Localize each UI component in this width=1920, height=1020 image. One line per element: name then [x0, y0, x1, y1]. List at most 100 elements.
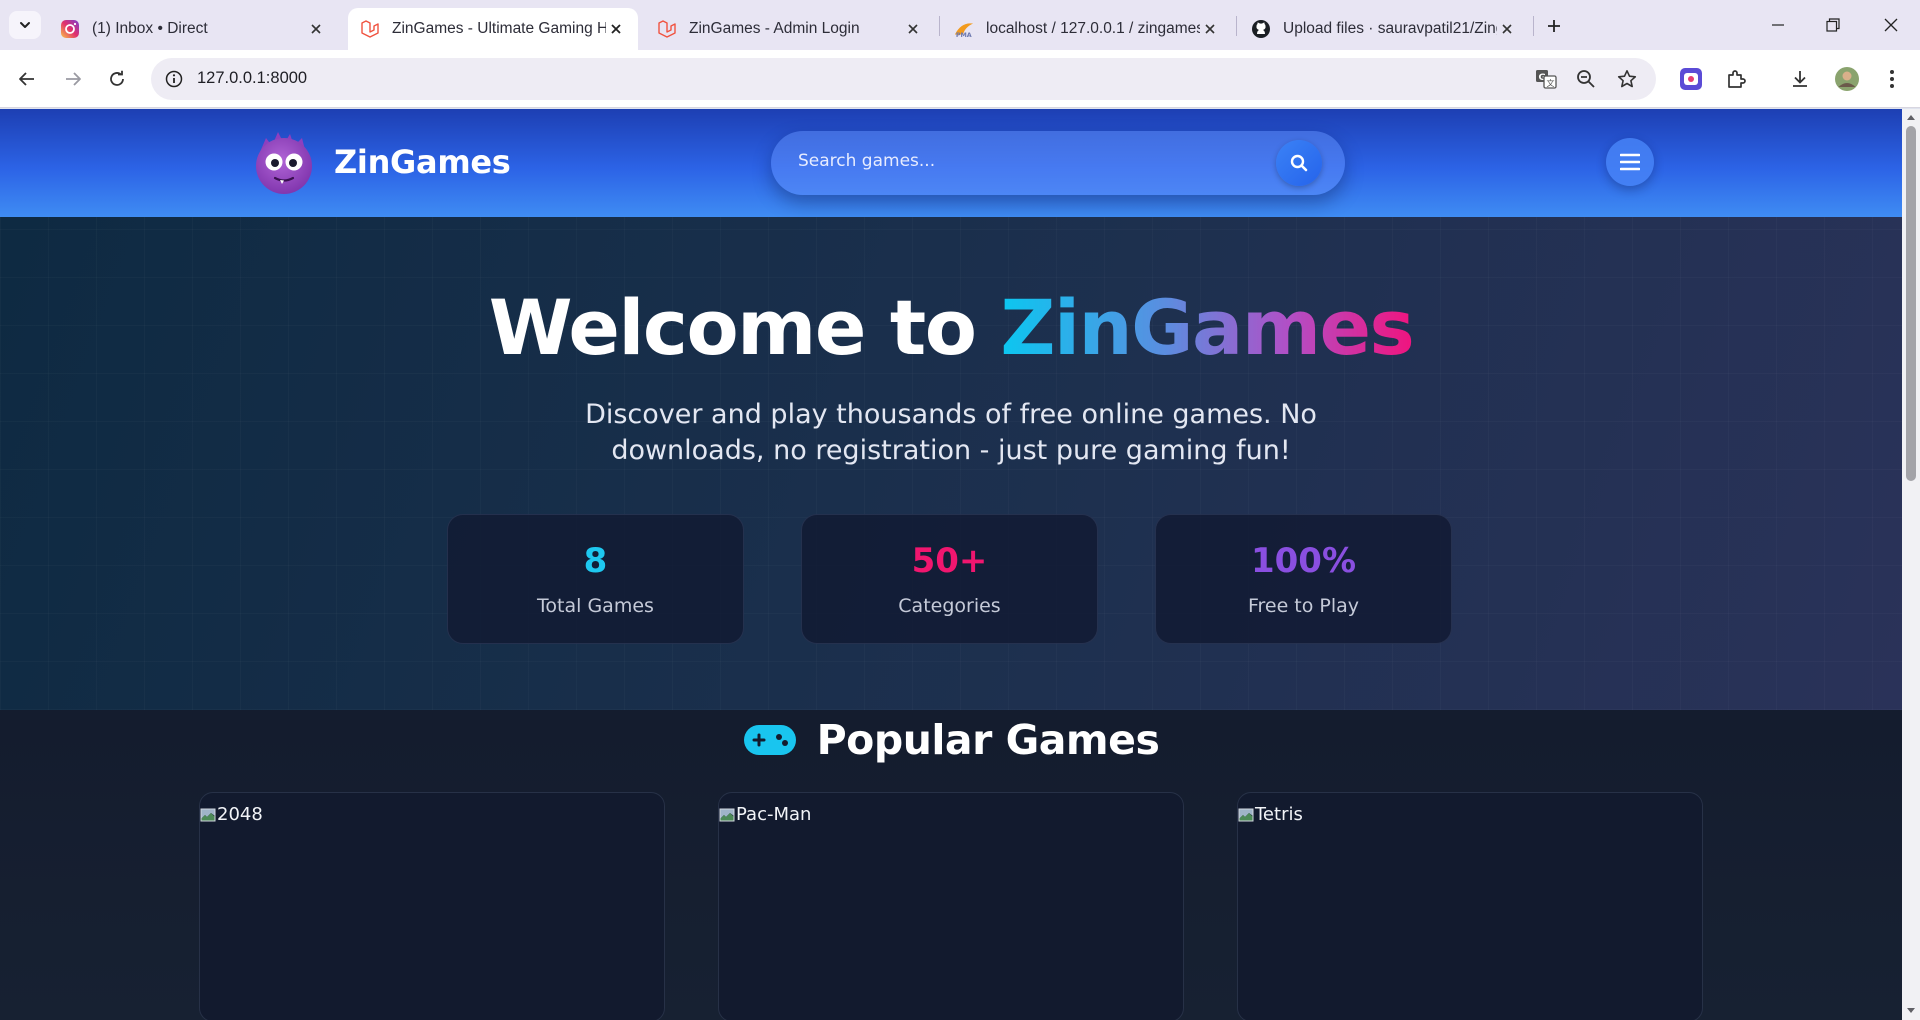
- game-thumbnail-alt: 2048: [217, 804, 263, 825]
- minimize-button[interactable]: [1758, 10, 1798, 40]
- mascot-logo-icon: [256, 132, 312, 194]
- section-heading: Popular Games: [0, 710, 1902, 770]
- hero-title-brand: ZinGames: [1000, 283, 1414, 372]
- game-thumbnail: 2048: [200, 804, 263, 825]
- laravel-icon: [360, 19, 380, 39]
- chevron-down-icon: [20, 22, 30, 28]
- close-icon: [1884, 18, 1898, 32]
- hamburger-menu-button[interactable]: [1606, 138, 1654, 186]
- hero-title-lead: Welcome to: [488, 283, 1001, 372]
- tab-search-button[interactable]: [9, 11, 41, 39]
- stat-card-categories: 50+ Categories: [801, 514, 1098, 644]
- popular-games-section: Popular Games 2048 Pac-Man Tetris: [0, 710, 1902, 1020]
- downloads-button[interactable]: [1784, 63, 1816, 95]
- broken-image-icon: [1238, 808, 1254, 821]
- close-icon[interactable]: [606, 19, 626, 39]
- browser-tab-strip: (1) Inbox • Direct ZinGames - Ultimate G…: [0, 0, 1920, 50]
- puzzle-icon: [1728, 70, 1746, 88]
- game-search-box: [771, 131, 1345, 195]
- browser-tab-instagram[interactable]: (1) Inbox • Direct: [48, 8, 338, 50]
- stat-label: Free to Play: [1247, 595, 1360, 617]
- scrollbar-thumb[interactable]: [1906, 126, 1916, 481]
- section-title: Popular Games: [816, 716, 1160, 764]
- hero-title: Welcome to ZinGames: [0, 283, 1902, 372]
- tab-separator: [939, 16, 940, 36]
- arrow-right-icon: [66, 72, 81, 86]
- restore-icon: [1826, 18, 1840, 32]
- hero-subtitle: Discover and play thousands of free onli…: [585, 399, 1317, 466]
- close-icon[interactable]: [903, 19, 923, 39]
- broken-image-icon: [719, 808, 735, 821]
- stat-value: 8: [583, 541, 608, 581]
- instagram-icon: [60, 19, 80, 39]
- more-vertical-icon: [1890, 70, 1894, 88]
- laravel-icon: [657, 19, 677, 39]
- browser-tab-github[interactable]: Upload files · sauravpatil21/Zing: [1239, 8, 1529, 50]
- new-tab-button[interactable]: [1541, 13, 1567, 39]
- tab-separator: [1533, 16, 1534, 36]
- search-icon: [1290, 154, 1308, 172]
- browser-toolbar: 127.0.0.1:8000 G文: [0, 50, 1920, 108]
- reload-icon: [110, 70, 124, 86]
- search-button[interactable]: [1276, 140, 1322, 186]
- site-info-icon[interactable]: [161, 66, 187, 92]
- browser-tab-phpmyadmin[interactable]: PMA localhost / 127.0.0.1 / zingames: [942, 8, 1232, 50]
- brand-name: ZinGames: [334, 143, 511, 181]
- browser-menu-button[interactable]: [1876, 63, 1908, 95]
- tab-title: localhost / 127.0.0.1 / zingames: [986, 20, 1200, 37]
- minimize-icon: [1772, 24, 1784, 26]
- tab-title: ZinGames - Admin Login: [689, 20, 860, 37]
- stat-value: 50+: [911, 541, 988, 581]
- forward-button[interactable]: [57, 63, 89, 95]
- tab-title: ZinGames - Ultimate Gaming H: [392, 20, 606, 37]
- tab-separator: [1236, 16, 1237, 36]
- back-button[interactable]: [11, 63, 43, 95]
- scroll-down-arrow-icon[interactable]: [1906, 1006, 1916, 1016]
- menu-icon: [1620, 153, 1640, 171]
- browser-tab-admin-login[interactable]: ZinGames - Admin Login: [645, 8, 935, 50]
- close-icon[interactable]: [1200, 19, 1220, 39]
- stat-value: 100%: [1250, 541, 1357, 581]
- browser-tab-zingames[interactable]: ZinGames - Ultimate Gaming H: [348, 8, 638, 50]
- game-card-tetris[interactable]: Tetris: [1237, 792, 1703, 1020]
- translate-icon[interactable]: G文: [1531, 64, 1561, 94]
- url-text[interactable]: 127.0.0.1:8000: [197, 69, 307, 88]
- stat-card-total-games: 8 Total Games: [447, 514, 744, 644]
- extension-app-icon: [1680, 68, 1702, 90]
- profile-avatar[interactable]: [1831, 63, 1863, 95]
- zoom-out-icon[interactable]: [1571, 64, 1601, 94]
- address-bar[interactable]: 127.0.0.1:8000 G文: [151, 58, 1656, 100]
- bookmark-star-icon[interactable]: [1612, 64, 1642, 94]
- game-thumbnail-alt: Pac-Man: [736, 804, 812, 825]
- extensions-button[interactable]: [1720, 63, 1752, 95]
- close-icon[interactable]: [306, 19, 326, 39]
- close-icon[interactable]: [1497, 19, 1517, 39]
- game-thumbnail: Pac-Man: [719, 804, 811, 825]
- game-card-pac-man[interactable]: Pac-Man: [718, 792, 1184, 1020]
- stat-label: Total Games: [537, 595, 654, 617]
- svg-text:PMA: PMA: [956, 32, 972, 39]
- restore-button[interactable]: [1813, 10, 1853, 40]
- brand-logo-link[interactable]: ZinGames: [248, 126, 511, 198]
- gamepad-icon: [743, 725, 796, 755]
- game-thumbnail-alt: Tetris: [1255, 804, 1303, 825]
- download-icon: [1793, 71, 1807, 87]
- page-scrollbar[interactable]: [1902, 109, 1920, 1020]
- search-input[interactable]: [798, 151, 1258, 171]
- game-card-2048[interactable]: 2048: [199, 792, 665, 1020]
- avatar-icon: [1835, 67, 1859, 91]
- extension-button[interactable]: [1675, 63, 1707, 95]
- reload-button[interactable]: [101, 63, 133, 95]
- arrow-left-icon: [19, 72, 34, 86]
- plus-icon: [1548, 20, 1560, 32]
- stat-label: Categories: [898, 595, 1001, 617]
- broken-image-icon: [200, 808, 216, 821]
- page-viewport: ZinGames Welcome to ZinGames Discover an…: [0, 109, 1902, 1020]
- game-thumbnail: Tetris: [1238, 804, 1303, 825]
- tab-title: Upload files · sauravpatil21/Zing: [1283, 20, 1497, 37]
- github-icon: [1251, 19, 1271, 39]
- scroll-up-arrow-icon[interactable]: [1906, 112, 1916, 122]
- tab-title: (1) Inbox • Direct: [92, 20, 208, 37]
- site-header: ZinGames: [0, 109, 1902, 217]
- close-window-button[interactable]: [1871, 10, 1911, 40]
